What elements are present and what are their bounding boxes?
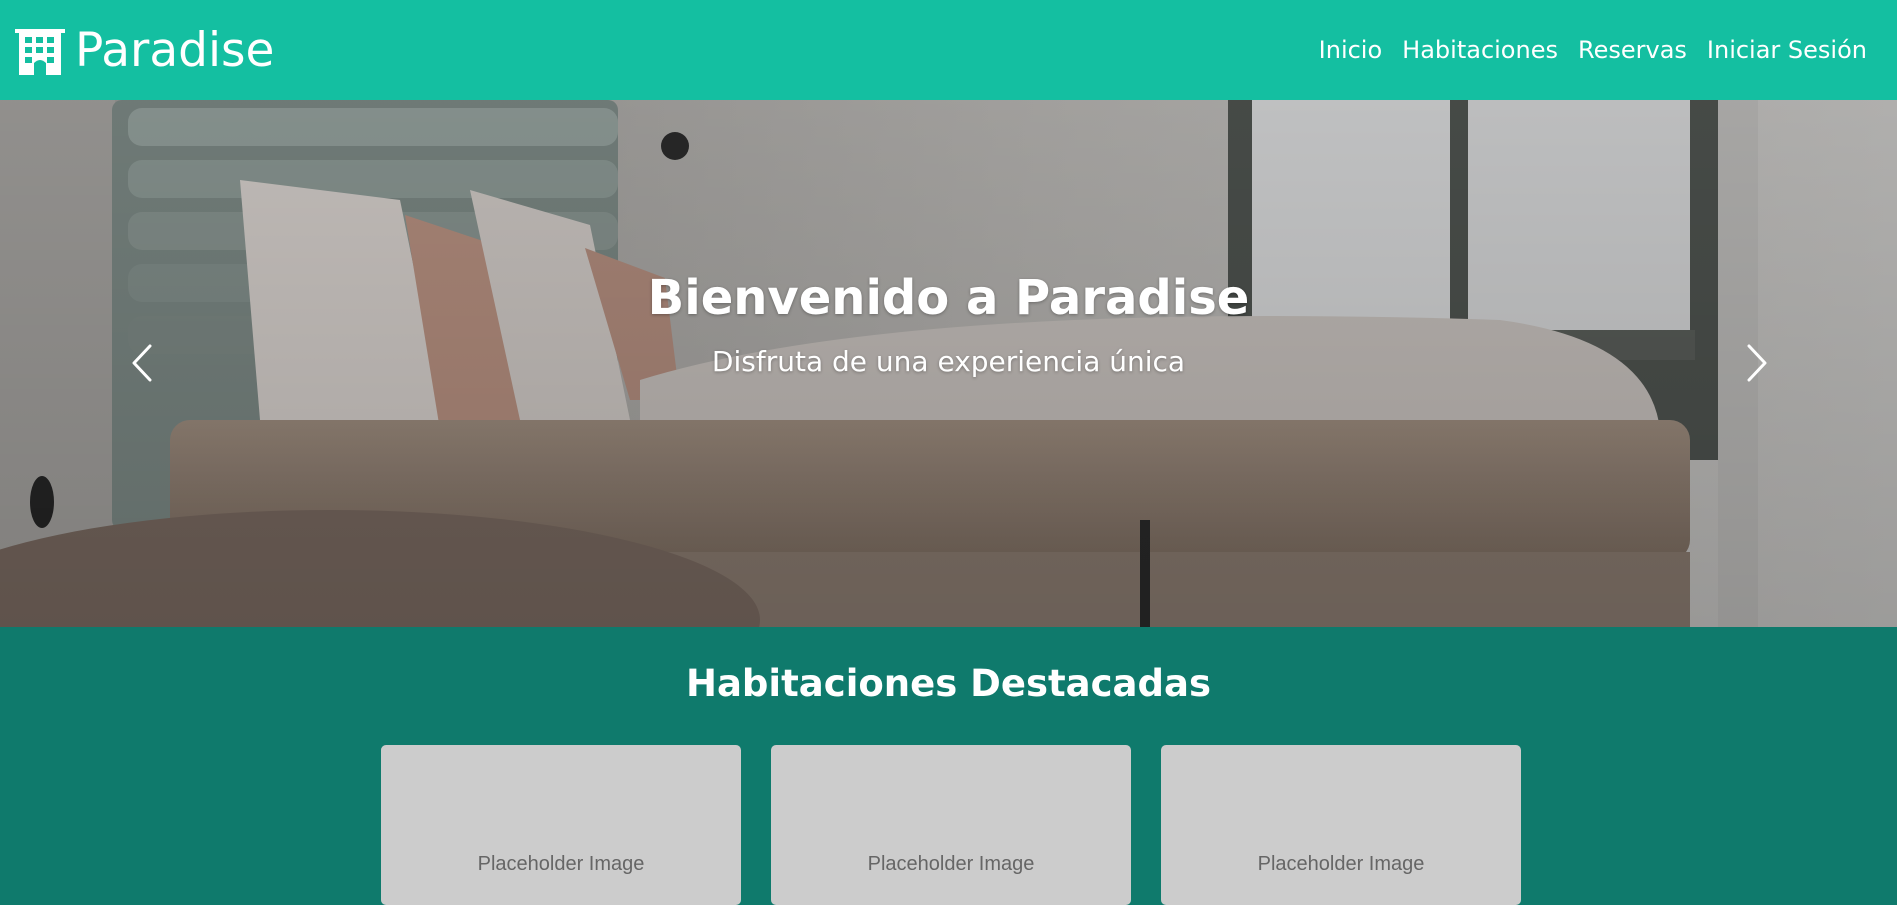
nav-links: Inicio Habitaciones Reservas Iniciar Ses… [1309, 36, 1877, 64]
carousel-prev-button[interactable] [112, 327, 172, 399]
navbar: Paradise Inicio Habitaciones Reservas In… [0, 0, 1897, 100]
room-card[interactable]: Placeholder Image [381, 745, 741, 905]
hero-carousel: Bienvenido a Paradise Disfruta de una ex… [0, 100, 1897, 627]
hotel-building-icon [15, 29, 65, 75]
hero-subtitle: Disfruta de una experiencia única [711, 345, 1186, 378]
brand-name: Paradise [75, 22, 275, 78]
room-cards: Placeholder Image Placeholder Image Plac… [381, 745, 1521, 905]
carousel-next-button[interactable] [1727, 327, 1787, 399]
placeholder-image-label: Placeholder Image [867, 853, 1035, 875]
nav-item-inicio[interactable]: Inicio [1309, 36, 1393, 64]
section-title: Habitaciones Destacadas [686, 662, 1211, 705]
nav-item-reservas[interactable]: Reservas [1568, 36, 1697, 64]
nav-item-habitaciones[interactable]: Habitaciones [1392, 36, 1568, 64]
room-card[interactable]: Placeholder Image [771, 745, 1131, 905]
chevron-right-icon [1747, 344, 1767, 382]
chevron-left-icon [132, 344, 152, 382]
placeholder-image-label: Placeholder Image [477, 853, 645, 875]
brand[interactable]: Paradise [15, 23, 274, 78]
placeholder-image-label: Placeholder Image [1257, 853, 1425, 875]
hero-title: Bienvenido a Paradise [647, 270, 1250, 326]
featured-rooms-section: Habitaciones Destacadas Placeholder Imag… [0, 627, 1897, 905]
room-card[interactable]: Placeholder Image [1161, 745, 1521, 905]
nav-item-iniciar-sesion[interactable]: Iniciar Sesión [1697, 36, 1877, 64]
